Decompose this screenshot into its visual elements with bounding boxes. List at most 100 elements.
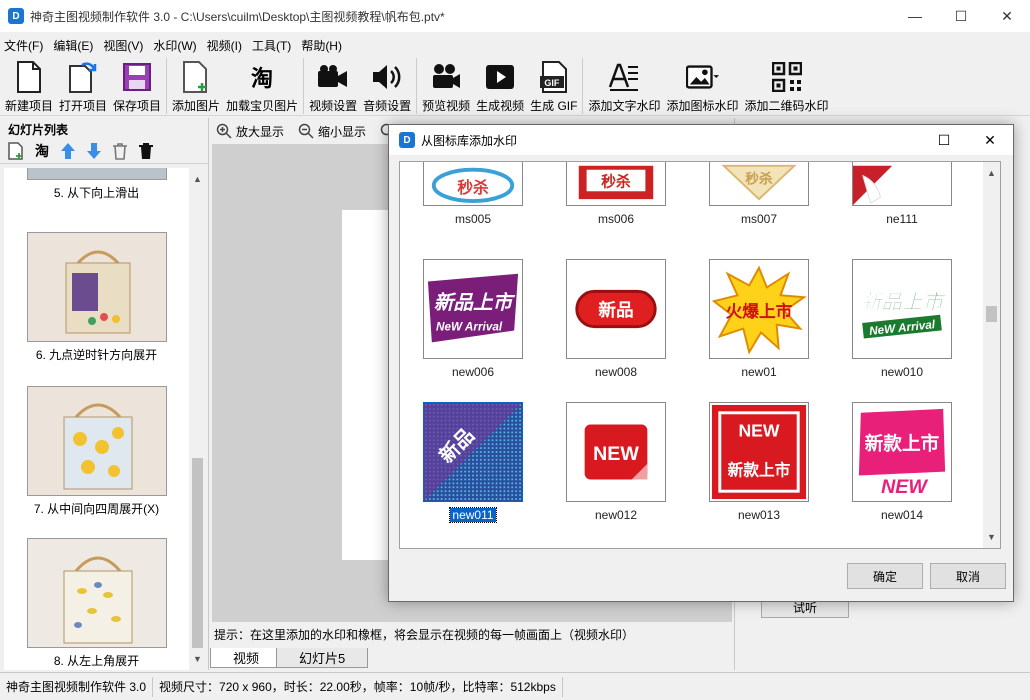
move-down-icon[interactable] xyxy=(84,141,104,161)
svg-text:新品上市: 新品上市 xyxy=(434,291,516,314)
svg-text:新款上市: 新款上市 xyxy=(728,461,791,480)
slide-thumbnail xyxy=(26,232,167,342)
recycle-bin-icon[interactable] xyxy=(110,141,130,161)
watermark-gallery: 秒杀 ms005 秒杀 ms006 秒杀 ms007 ne111 新品上市 NeW xyxy=(399,161,993,549)
maximize-button[interactable]: ☐ xyxy=(938,0,984,32)
zoom-out-button[interactable]: 缩小显示 xyxy=(298,123,366,140)
menu-bar: 文件(F) 编辑(E) 视图(V) 水印(W) 视频(I) 工具(T) 帮助(H… xyxy=(0,34,1030,56)
gallery-item-ne111[interactable]: ne111 xyxy=(851,162,953,226)
tab-slide-5[interactable]: 幻灯片5 xyxy=(276,648,369,668)
open-file-icon xyxy=(66,60,100,94)
menu-watermark[interactable]: 水印(W) xyxy=(149,37,200,54)
svg-text:NeW Arrival: NeW Arrival xyxy=(869,318,937,338)
editor-tabs: 视频 幻灯片5 xyxy=(210,648,734,670)
dialog-title-bar: D 从图标库添加水印 ☐ ✕ xyxy=(389,125,1013,155)
gallery-item-new011[interactable]: 新品 new011 xyxy=(422,402,524,523)
watermark-thumbnail: 新品 xyxy=(566,259,666,359)
scroll-thumb[interactable] xyxy=(192,458,203,648)
gallery-scroll-thumb[interactable] xyxy=(986,306,997,322)
title-bar: D 神奇主图视频制作软件 3.0 - C:\Users\cuilm\Deskto… xyxy=(0,0,1030,32)
gallery-scrollbar[interactable]: ▲ ▼ xyxy=(983,161,1001,549)
add-slide-icon[interactable] xyxy=(6,141,26,161)
minimize-button[interactable]: — xyxy=(892,0,938,32)
menu-video[interactable]: 视频(I) xyxy=(203,37,246,54)
menu-file[interactable]: 文件(F) xyxy=(0,37,47,54)
generate-video-button[interactable]: 生成视频 xyxy=(473,58,527,116)
gallery-item-new014[interactable]: 新款上市 NEW new014 xyxy=(851,402,953,522)
movie-camera-icon xyxy=(429,60,463,94)
watermark-thumbnail: NEW 新款上市 xyxy=(709,402,809,502)
slides-list: 5. 从下向上滑出 6. 九点逆时针方向展开 7. 从中间向四周展开(X) 8.… xyxy=(4,168,189,670)
save-disk-icon xyxy=(120,60,154,94)
gallery-scroll-up-icon[interactable]: ▲ xyxy=(987,168,996,178)
gallery-item-new010[interactable]: 新品上市 NeW Arrival new010 xyxy=(851,259,953,379)
cancel-button[interactable]: 取消 xyxy=(930,563,1006,589)
gallery-item-new008[interactable]: 新品 new008 xyxy=(565,259,667,379)
ok-button[interactable]: 确定 xyxy=(847,563,923,589)
slides-panel: 幻灯片列表 淘 5. 从下向上滑出 6. 九点逆时针方向展开 7. 从中间向四周… xyxy=(0,118,209,670)
svg-text:秒杀: 秒杀 xyxy=(601,172,631,190)
image-watermark-icon xyxy=(685,60,720,94)
menu-view[interactable]: 视图(V) xyxy=(99,37,147,54)
menu-tools[interactable]: 工具(T) xyxy=(248,37,295,54)
video-camera-icon xyxy=(316,60,350,94)
taobao-slide-icon[interactable]: 淘 xyxy=(32,141,52,161)
preview-video-button[interactable]: 预览视频 xyxy=(419,58,473,116)
window-title: 神奇主图视频制作软件 3.0 - C:\Users\cuilm\Desktop\… xyxy=(30,9,445,24)
watermark-thumbnail: 新品上市 NeW Arrival xyxy=(423,259,523,359)
dialog-app-icon: D xyxy=(399,132,415,148)
slides-toolbar: 淘 xyxy=(0,138,208,164)
zoom-in-button[interactable]: 放大显示 xyxy=(216,123,284,140)
status-video-info: 视频尺寸：720 x 960，时长：22.00秒，帧率：10帧/秒，比特率：51… xyxy=(153,676,563,697)
dialog-close-button[interactable]: ✕ xyxy=(967,125,1013,155)
list-item[interactable]: 7. 从中间向四周展开(X) xyxy=(4,386,189,517)
watermark-thumbnail: 秒杀 xyxy=(423,162,523,206)
gallery-item-ms006[interactable]: 秒杀 ms006 xyxy=(565,162,667,226)
delete-icon[interactable] xyxy=(136,141,156,161)
status-bar: 神奇主图视频制作软件 3.0 视频尺寸：720 x 960，时长：22.00秒，… xyxy=(0,672,1030,700)
menu-edit[interactable]: 编辑(E) xyxy=(49,37,97,54)
add-icon-watermark-button[interactable]: 添加图标水印 xyxy=(664,58,742,116)
gallery-item-new006[interactable]: 新品上市 NeW Arrival new006 xyxy=(422,259,524,379)
generate-gif-button[interactable]: GIF 生成 GIF xyxy=(527,58,580,116)
gallery-item-ms007[interactable]: 秒杀 ms007 xyxy=(708,162,810,226)
svg-text:NEW: NEW xyxy=(881,476,928,498)
close-button[interactable]: ✕ xyxy=(984,0,1030,32)
dialog-maximize-button[interactable]: ☐ xyxy=(921,125,967,155)
watermark-thumbnail: NEW xyxy=(566,402,666,502)
scroll-down-icon[interactable]: ▼ xyxy=(193,654,202,664)
gallery-item-ms005[interactable]: 秒杀 ms005 xyxy=(422,162,524,226)
audio-settings-button[interactable]: 音频设置 xyxy=(360,58,414,116)
svg-text:NeW Arrival: NeW Arrival xyxy=(436,321,503,334)
slides-scrollbar[interactable]: ▲ ▼ xyxy=(189,168,206,670)
new-project-button[interactable]: 新建项目 xyxy=(2,58,56,116)
selected-item-label: new011 xyxy=(449,507,497,523)
watermark-thumbnail: 新款上市 NEW xyxy=(852,402,952,502)
speaker-icon xyxy=(370,60,404,94)
list-item[interactable]: 6. 九点逆时针方向展开 xyxy=(4,232,189,363)
hint-text: 提示：在这里添加的水印和橡框，将会显示在视频的每一帧画面上（视频水印） xyxy=(214,628,635,642)
tab-video[interactable]: 视频 xyxy=(210,648,283,668)
watermark-thumbnail: 秒杀 xyxy=(709,162,809,206)
gallery-scroll-down-icon[interactable]: ▼ xyxy=(987,532,996,542)
load-taobao-images-button[interactable]: 淘 加载宝贝图片 xyxy=(223,58,301,116)
video-settings-button[interactable]: 视频设置 xyxy=(306,58,360,116)
gallery-item-new01[interactable]: 火爆上市 new01 xyxy=(708,259,810,379)
add-image-button[interactable]: 添加图片 xyxy=(169,58,223,116)
zoom-out-icon xyxy=(298,123,314,139)
open-project-button[interactable]: 打开项目 xyxy=(56,58,110,116)
add-text-watermark-button[interactable]: 添加文字水印 xyxy=(585,58,663,116)
gallery-item-new012[interactable]: NEW new012 xyxy=(565,402,667,522)
svg-text:NEW: NEW xyxy=(738,420,779,440)
menu-help[interactable]: 帮助(H) xyxy=(297,37,346,54)
list-item[interactable]: 5. 从下向上滑出 xyxy=(4,168,189,201)
scroll-up-icon[interactable]: ▲ xyxy=(193,174,202,184)
add-image-icon xyxy=(179,60,213,94)
slides-panel-title: 幻灯片列表 xyxy=(8,123,69,137)
move-up-icon[interactable] xyxy=(58,141,78,161)
gallery-item-new013[interactable]: NEW 新款上市 new013 xyxy=(708,402,810,522)
list-item[interactable]: 8. 从左上角展开 xyxy=(4,538,189,669)
save-project-button[interactable]: 保存项目 xyxy=(110,58,164,116)
zoom-in-icon xyxy=(216,123,232,139)
add-qr-watermark-button[interactable]: 添加二维码水印 xyxy=(742,58,832,116)
